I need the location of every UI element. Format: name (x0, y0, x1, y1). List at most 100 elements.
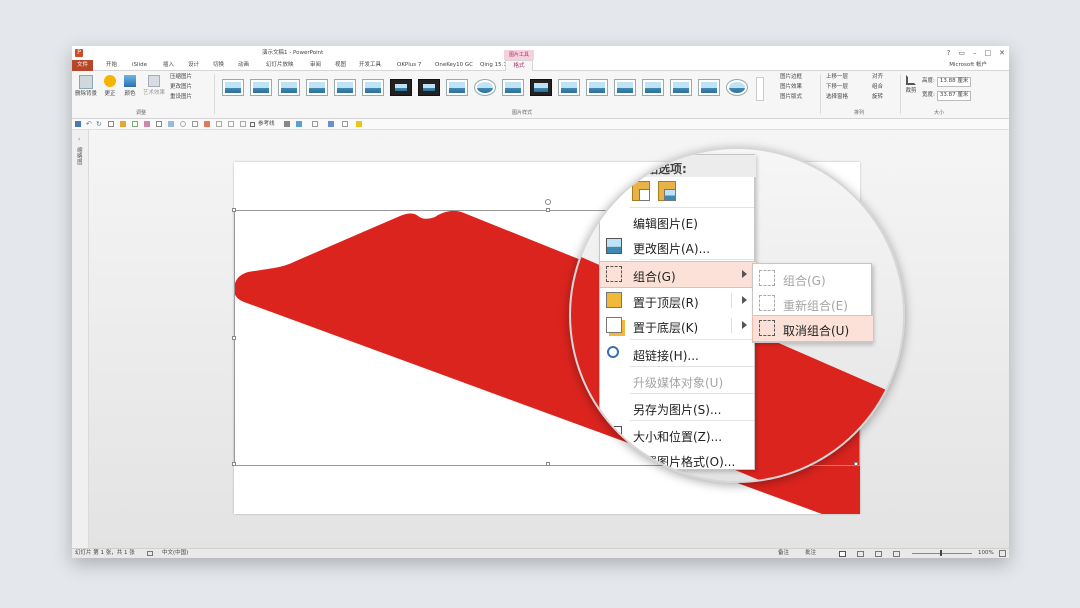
resize-handle[interactable] (232, 462, 236, 466)
account-label[interactable]: Microsoft 帐户 (949, 62, 987, 69)
change-picture-button[interactable]: 更改图片 (170, 84, 192, 91)
notes-button[interactable]: 备注 (778, 550, 789, 557)
paste-picture-icon[interactable] (658, 181, 676, 201)
color-picker-icon[interactable] (144, 121, 150, 127)
remove-background-button[interactable]: 删除背景 (74, 75, 98, 98)
picture-style-thumb[interactable] (642, 79, 664, 96)
tab-animations[interactable]: 动画 (238, 62, 249, 69)
zoom-slider-thumb[interactable] (940, 550, 942, 556)
align-icon[interactable] (156, 121, 162, 127)
ribbon-display-icon[interactable]: ▭ (958, 49, 965, 57)
picture-style-thumb[interactable] (530, 79, 552, 96)
undo-icon[interactable]: ↶ (86, 120, 92, 128)
fit-slide-icon[interactable] (999, 550, 1006, 557)
resize-handle[interactable] (546, 208, 550, 212)
resize-handle[interactable] (232, 208, 236, 212)
shape-icon[interactable] (132, 121, 138, 127)
crop-quick-icon[interactable] (192, 121, 198, 127)
paste-keep-formatting-icon[interactable] (632, 181, 650, 201)
menu-item-edit-picture[interactable]: 编辑图片(E) (600, 209, 756, 234)
spellcheck-icon[interactable] (147, 551, 153, 556)
tab-qing[interactable]: Qing 15.1 (480, 62, 507, 69)
tab-developer[interactable]: 开发工具 (359, 62, 381, 69)
artistic-effects-button[interactable]: 艺术效果 (142, 75, 166, 97)
eyedropper-icon[interactable] (204, 121, 210, 127)
fill-icon[interactable] (296, 121, 302, 127)
picture-style-thumb[interactable] (250, 79, 272, 96)
grid-icon[interactable] (216, 121, 222, 127)
menu-item-hyperlink[interactable]: 超链接(H)... (600, 341, 756, 366)
tab-format[interactable]: 格式 (505, 60, 533, 71)
corrections-button[interactable]: 更正 (102, 75, 118, 98)
picture-layout-button[interactable]: 图片版式 (780, 94, 802, 101)
slide-sorter-icon[interactable] (857, 551, 864, 557)
picture-style-thumb[interactable] (474, 79, 496, 96)
reference-line-checkbox[interactable] (250, 122, 255, 127)
reset-picture-button[interactable]: 重设图片 (170, 94, 192, 101)
slideshow-icon[interactable] (893, 551, 900, 557)
menu-item-change-picture[interactable]: 更改图片(A)... (600, 234, 756, 259)
picture-style-thumb[interactable] (586, 79, 608, 96)
picture-style-thumb[interactable] (306, 79, 328, 96)
zoom-level[interactable]: 100% (978, 550, 994, 557)
picture-style-thumb[interactable] (614, 79, 636, 96)
picture-style-thumb[interactable] (334, 79, 356, 96)
width-input[interactable]: 33.87 厘米 (936, 91, 972, 101)
menu-item-bring-to-front[interactable]: 置于顶层(R) (600, 288, 756, 313)
tab-file[interactable]: 文件 (72, 60, 93, 71)
picture-effects-button[interactable]: 图片效果 (780, 84, 802, 91)
lock-icon[interactable] (228, 121, 234, 127)
comments-button[interactable]: 批注 (805, 550, 816, 557)
normal-view-icon[interactable] (839, 551, 846, 557)
redo-icon[interactable]: ↻ (96, 120, 102, 128)
picture-style-thumb[interactable] (222, 79, 244, 96)
reading-view-icon[interactable] (875, 551, 882, 557)
tab-insert[interactable]: 插入 (163, 62, 174, 69)
height-input[interactable]: 13.88 厘米 (936, 77, 972, 87)
picture-style-thumb[interactable] (278, 79, 300, 96)
align-button[interactable]: 对齐 (872, 74, 883, 81)
picture-styles-gallery[interactable] (218, 75, 768, 105)
menu-item-size-position[interactable]: 大小和位置(Z)... (600, 422, 756, 447)
tab-islide[interactable]: iSlide (132, 62, 147, 69)
picture-style-thumb[interactable] (558, 79, 580, 96)
menu-item-format-picture[interactable]: 设置图片格式(O)... (600, 447, 756, 472)
tab-home[interactable]: 开始 (106, 62, 117, 69)
tab-onekey[interactable]: OneKey10 GC (435, 62, 473, 69)
tab-okplus[interactable]: OKPlus 7 (397, 62, 421, 69)
group-button[interactable]: 组合 (872, 84, 883, 91)
view-icon[interactable] (240, 121, 246, 127)
resize-handle[interactable] (232, 336, 236, 340)
expand-arrow-icon[interactable]: › (78, 136, 80, 143)
crop-button[interactable]: 裁剪 (904, 75, 918, 95)
tab-transitions[interactable]: 切换 (213, 62, 224, 69)
rotate-icon[interactable] (180, 121, 186, 127)
outline-icon[interactable] (312, 121, 318, 127)
picture-style-thumb[interactable] (418, 79, 440, 96)
compress-pictures-button[interactable]: 压缩图片 (170, 74, 192, 81)
picture-style-thumb[interactable] (446, 79, 468, 96)
picture-style-thumb[interactable] (726, 79, 748, 96)
tab-slideshow[interactable]: 幻灯片放映 (266, 62, 294, 69)
rotate-handle-icon[interactable] (545, 199, 551, 205)
tab-design[interactable]: 设计 (188, 62, 199, 69)
gallery-scroll-icon[interactable] (756, 77, 764, 101)
new-slide-icon[interactable] (108, 121, 114, 127)
distribute-icon[interactable] (168, 121, 174, 127)
picture-style-thumb[interactable] (698, 79, 720, 96)
format-painter-icon[interactable] (120, 121, 126, 127)
minimize-icon[interactable]: – (973, 49, 977, 57)
star-icon[interactable] (356, 121, 362, 127)
menu-item-group[interactable]: 组合(G) (599, 261, 757, 288)
menu-item-save-as-picture[interactable]: 另存为图片(S)... (600, 395, 756, 420)
table-icon[interactable] (342, 121, 348, 127)
menu-item-send-to-back[interactable]: 置于底层(K) (600, 313, 756, 338)
color-button[interactable]: 颜色 (122, 75, 138, 98)
help-icon[interactable]: ? (947, 49, 951, 57)
picture-border-button[interactable]: 图片边框 (780, 74, 802, 81)
rotate-button[interactable]: 旋转 (872, 94, 883, 101)
picture-style-thumb[interactable] (362, 79, 384, 96)
chart-icon[interactable] (328, 121, 334, 127)
submenu-item-ungroup[interactable]: 取消组合(U) (752, 315, 874, 342)
bring-forward-button[interactable]: 上移一层 (826, 74, 848, 81)
